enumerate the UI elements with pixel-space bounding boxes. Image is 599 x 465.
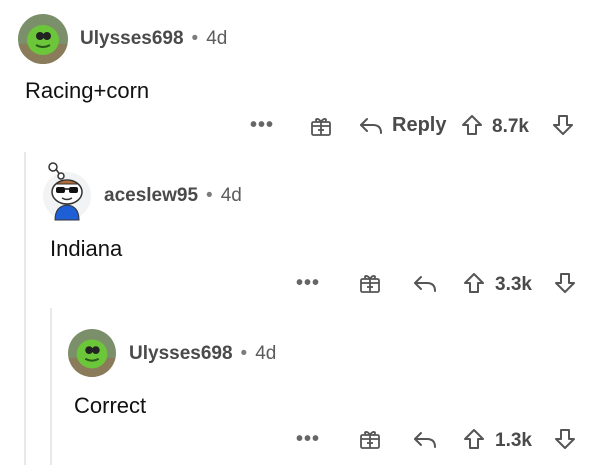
upvote-icon [464,273,484,293]
more-options-button[interactable]: ••• [296,272,320,295]
reply-button[interactable] [412,427,438,451]
comment-age: 4d [220,185,242,206]
comment-author[interactable]: aceslew95 • 4d [104,185,242,207]
green-avatar-icon [18,14,68,64]
username[interactable]: aceslew95 [104,185,198,206]
avatar[interactable] [18,14,68,64]
upvote-icon [464,429,484,449]
avatar[interactable] [68,329,116,377]
username[interactable]: Ulysses698 [80,28,184,49]
comment-age: 4d [206,28,228,49]
username[interactable]: Ulysses698 [129,343,233,364]
comment-age: 4d [255,343,277,364]
award-button[interactable] [309,114,333,138]
more-options-icon: ••• [296,272,321,294]
reply-button[interactable]: Reply [358,113,446,137]
more-options-icon: ••• [250,114,275,136]
more-options-button[interactable]: ••• [296,428,320,451]
downvote-icon [553,115,573,135]
comment-text: Racing+corn [25,78,150,103]
snoo-sunglasses-avatar-icon [43,162,91,221]
comment-author[interactable]: Ulysses698 • 4d [80,28,227,50]
upvote-button[interactable] [462,271,486,295]
downvote-button[interactable] [551,113,575,137]
separator-dot: • [191,28,199,49]
more-options-button[interactable]: ••• [250,114,274,137]
green-avatar-icon [68,329,116,377]
reply-label: Reply [392,113,447,136]
gift-award-icon [360,431,380,449]
separator-dot: • [240,343,248,364]
reply-button[interactable] [412,271,438,295]
comment-text: Indiana [50,236,123,261]
vote-count: 1.3k [495,430,532,451]
reply-arrow-icon [414,432,436,448]
comment-author[interactable]: Ulysses698 • 4d [129,343,276,365]
gift-award-icon [311,118,331,136]
comment-text: Correct [74,393,147,418]
downvote-button[interactable] [553,271,577,295]
vote-count: 3.3k [495,274,532,295]
upvote-icon [462,115,482,135]
more-options-icon: ••• [296,428,321,450]
avatar[interactable] [41,162,93,222]
award-button[interactable] [358,427,382,451]
downvote-icon [555,429,575,449]
thread-line-level-2[interactable] [50,308,52,465]
gift-award-icon [360,275,380,293]
downvote-icon [555,273,575,293]
upvote-button[interactable] [460,113,484,137]
reply-arrow-icon [414,276,436,292]
separator-dot: • [206,185,213,206]
downvote-button[interactable] [553,427,577,451]
thread-line-level-1[interactable] [24,152,26,465]
award-button[interactable] [358,271,382,295]
vote-count: 8.7k [492,116,529,137]
reply-arrow-icon [360,118,382,134]
upvote-button[interactable] [462,427,486,451]
